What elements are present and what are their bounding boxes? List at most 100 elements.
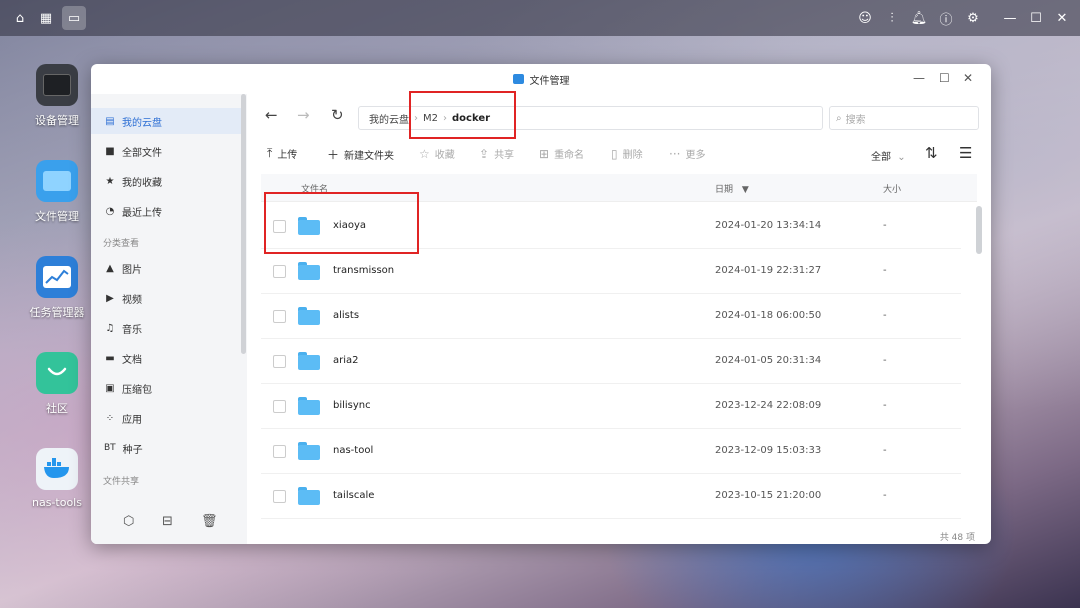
row-checkbox[interactable] (273, 265, 286, 278)
settings-icon[interactable]: ⚙ (963, 8, 983, 28)
apps-grid-icon[interactable]: ▦ (36, 8, 56, 28)
main-scrollbar[interactable] (976, 206, 982, 254)
close-icon[interactable]: ✕ (1052, 8, 1072, 28)
desktop-icon-device-manager[interactable]: 设备管理 (22, 64, 92, 128)
list-view-icon[interactable]: ☰ (959, 144, 972, 162)
more-button[interactable]: ··· 更多 (669, 146, 705, 162)
bt-torrent-icon: BT (104, 443, 116, 453)
window-minimize-icon[interactable]: — (913, 71, 925, 85)
window-maximize-icon[interactable]: ☐ (939, 71, 950, 85)
sidebar-item-my-cloud[interactable]: ▤ 我的云盘 (91, 108, 241, 134)
sidebar-item-documents[interactable]: ▬ 文档 (91, 345, 241, 371)
file-name[interactable]: tailscale (333, 490, 374, 501)
sidebar-item-label: 最近上传 (122, 207, 162, 219)
apps-icon: ⁘ (105, 412, 115, 424)
share-button[interactable]: ⇪ 共享 (479, 146, 514, 162)
file-name[interactable]: aria2 (333, 355, 359, 366)
sidebar-item-recent-uploads[interactable]: ◔ 最近上传 (91, 198, 241, 224)
highlight-box-breadcrumb (409, 91, 516, 139)
favorite-button[interactable]: ☆ 收藏 (419, 146, 455, 162)
bell-icon[interactable]: 🔔︎ (909, 8, 929, 28)
file-date: 2024-01-18 06:00:50 (715, 310, 822, 321)
plus-icon: ＋ (327, 148, 340, 162)
user-icon[interactable]: ☺ (855, 8, 875, 28)
sidebar-item-label: 视频 (122, 294, 142, 306)
home-icon[interactable]: ⌂ (10, 8, 30, 28)
filter-value: 全部 (871, 152, 891, 163)
filter-select[interactable]: 全部 ⌄ (871, 148, 906, 163)
file-date: 2023-12-09 15:03:33 (715, 445, 822, 456)
sidebar-item-pictures[interactable]: ▲ 图片 (91, 255, 241, 281)
clock-icon: ◔ (105, 205, 115, 217)
file-name[interactable]: nas-tool (333, 445, 373, 456)
sidebar-item-all-files[interactable]: ■ 全部文件 (91, 138, 241, 164)
sidebar-item-label: 我的收藏 (122, 177, 162, 189)
folder-icon (298, 397, 320, 415)
row-checkbox[interactable] (273, 490, 286, 503)
desktop-icon-nas-tools[interactable]: nas-tools (22, 448, 92, 509)
sidebar-item-apps[interactable]: ⁘ 应用 (91, 405, 241, 431)
sidebar-item-torrents[interactable]: BT 种子 (91, 435, 241, 461)
desktop-icon-label: 社区 (46, 402, 68, 415)
desktop-icon-community[interactable]: 社区 (22, 352, 92, 416)
sidebar-item-label: 图片 (122, 264, 142, 276)
table-row[interactable]: nas-tool 2023-12-09 15:03:33 - (261, 429, 961, 474)
search-input[interactable]: ⌕ 搜索 (829, 106, 979, 130)
file-date: 2024-01-20 13:34:14 (715, 220, 822, 231)
sidebar-item-videos[interactable]: ▶ 视频 (91, 285, 241, 311)
maximize-icon[interactable]: ☐ (1026, 8, 1046, 28)
row-checkbox[interactable] (273, 355, 286, 368)
column-date[interactable]: 日期 ▼ (715, 182, 749, 195)
equalizer-icon[interactable]: ⫶ (882, 8, 902, 28)
forward-arrow-icon[interactable]: → (297, 106, 310, 124)
chevron-down-icon: ⌄ (897, 152, 906, 163)
table-row[interactable]: bilisync 2023-12-24 22:08:09 - (261, 384, 961, 429)
table-row[interactable]: transmisson 2024-01-19 22:31:27 - (261, 249, 961, 294)
window-close-icon[interactable]: ✕ (963, 71, 973, 85)
row-checkbox[interactable] (273, 310, 286, 323)
refresh-icon[interactable]: ↻ (331, 106, 344, 124)
sort-icon[interactable]: ⇅ (925, 144, 938, 162)
rename-button[interactable]: ⊞ 重命名 (539, 146, 584, 162)
column-size[interactable]: 大小 (883, 182, 901, 195)
file-manager-taskbar-icon[interactable]: ▭ (62, 6, 86, 30)
file-name[interactable]: bilisync (333, 400, 371, 411)
desktop-icon-label: nas-tools (32, 496, 82, 509)
desktop-icon-label: 任务管理器 (29, 306, 85, 319)
trash-icon[interactable]: 🗑︎ (201, 514, 218, 529)
sidebar-item-label: 种子 (122, 444, 143, 456)
star-outline-icon: ☆ (419, 146, 430, 161)
document-icon: ▬ (105, 352, 115, 364)
upload-button[interactable]: ⤒ 上传 (267, 146, 297, 161)
top-bar: ⌂ ▦ ▭ ☺ ⫶ 🔔︎ ⓘ ⚙ — ☐ ✕ (0, 0, 1080, 36)
category-heading: 分类查看 (103, 239, 140, 249)
settings-hex-icon[interactable]: ⬡ (123, 514, 134, 529)
delete-label: 删除 (622, 150, 643, 161)
row-checkbox[interactable] (273, 400, 286, 413)
row-checkbox[interactable] (273, 445, 286, 458)
sidebar-item-favorites[interactable]: ★ 我的收藏 (91, 168, 241, 194)
delete-icon: ▯ (611, 146, 618, 161)
share-device-icon[interactable]: ⊟ (162, 514, 173, 529)
table-row[interactable]: tailscale 2023-10-15 21:20:00 - (261, 474, 961, 519)
sidebar-scrollbar[interactable] (241, 94, 246, 354)
table-row[interactable]: aria2 2024-01-05 20:31:34 - (261, 339, 961, 384)
table-row[interactable]: alists 2024-01-18 06:00:50 - (261, 294, 961, 339)
file-manager-small-icon (512, 74, 524, 84)
desktop-icon-file-manager[interactable]: 文件管理 (22, 160, 92, 224)
info-icon[interactable]: ⓘ (936, 8, 956, 28)
delete-button[interactable]: ▯ 删除 (611, 146, 643, 162)
sidebar-item-music[interactable]: ♫ 音乐 (91, 315, 241, 341)
more-dots-icon: ··· (669, 146, 681, 161)
minimize-icon[interactable]: — (1000, 8, 1020, 28)
folder-icon (298, 262, 320, 280)
breadcrumb-item[interactable]: 我的云盘 (369, 111, 409, 126)
folder-icon (298, 442, 320, 460)
new-folder-button[interactable]: ＋ 新建文件夹 (327, 146, 394, 163)
sidebar-item-archives[interactable]: ▣ 压缩包 (91, 375, 241, 401)
file-name[interactable]: transmisson (333, 265, 394, 276)
back-arrow-icon[interactable]: ← (265, 106, 278, 124)
file-name[interactable]: alists (333, 310, 359, 321)
sidebar-item-label: 压缩包 (122, 384, 152, 396)
desktop-icon-task-manager[interactable]: 任务管理器 (22, 256, 92, 320)
